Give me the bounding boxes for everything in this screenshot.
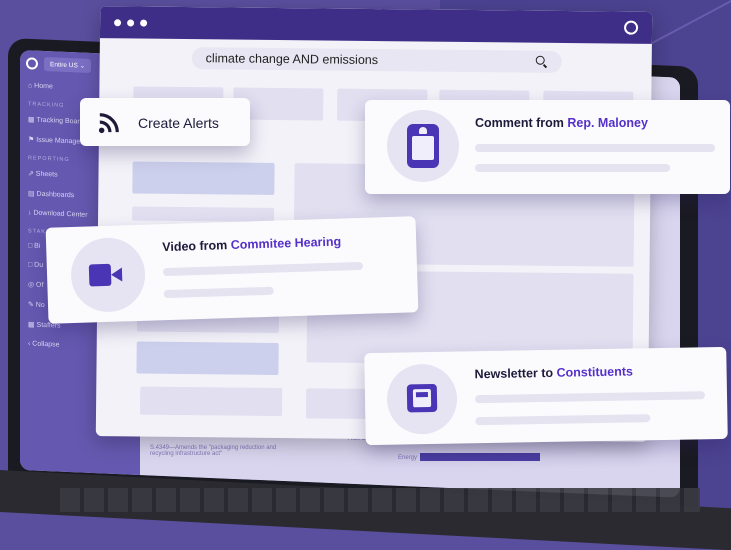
camera-body <box>88 263 112 287</box>
newsletter-card[interactable]: Newsletter to Constituents <box>364 346 728 446</box>
video-title: Video from Commitee Hearing <box>162 234 342 255</box>
placeholder-block <box>132 161 275 195</box>
create-alerts-card[interactable]: Create Alerts <box>80 98 250 146</box>
create-alerts-title: Create Alerts <box>138 115 219 131</box>
search-icon[interactable] <box>536 56 548 68</box>
text-placeholder <box>475 414 651 426</box>
window-dot[interactable] <box>127 18 135 26</box>
app-logo-icon <box>26 57 38 70</box>
video-card[interactable]: Video from Commitee Hearing <box>45 216 419 324</box>
phone-notification-icon <box>407 124 439 168</box>
newspaper-icon <box>406 383 438 413</box>
placeholder-block <box>305 388 367 419</box>
search-bar[interactable]: climate change AND emissions <box>191 47 562 73</box>
text-placeholder <box>162 261 364 277</box>
brand-logo-icon <box>623 20 639 35</box>
bill-summary-text: S.4349—Amends the "packaging reduction a… <box>150 445 277 457</box>
comment-title: Comment from Rep. Maloney <box>475 116 648 130</box>
window-dot[interactable] <box>140 19 148 27</box>
text-placeholder <box>475 164 670 172</box>
region-select[interactable]: Entire US ⌄ <box>44 57 92 73</box>
keyboard <box>60 488 700 512</box>
text-placeholder <box>163 286 274 299</box>
rss-icon <box>98 113 119 134</box>
camera-lens <box>110 267 123 282</box>
newspaper-headline <box>415 392 429 398</box>
bell-icon <box>419 127 427 134</box>
energy-bar <box>420 453 540 461</box>
placeholder-block <box>139 386 283 417</box>
placeholder-block <box>132 206 275 222</box>
text-placeholder <box>474 391 706 404</box>
browser-titlebar <box>99 6 653 44</box>
phone-screen <box>412 136 434 160</box>
comment-card[interactable]: Comment from Rep. Maloney <box>365 100 730 194</box>
newsletter-title: Newsletter to Constituents <box>474 364 634 382</box>
window-dot[interactable] <box>114 18 122 26</box>
energy-label: Energy <box>398 455 418 461</box>
search-input[interactable]: climate change AND emissions <box>206 51 536 68</box>
placeholder-block <box>136 341 279 376</box>
text-placeholder <box>475 144 715 152</box>
